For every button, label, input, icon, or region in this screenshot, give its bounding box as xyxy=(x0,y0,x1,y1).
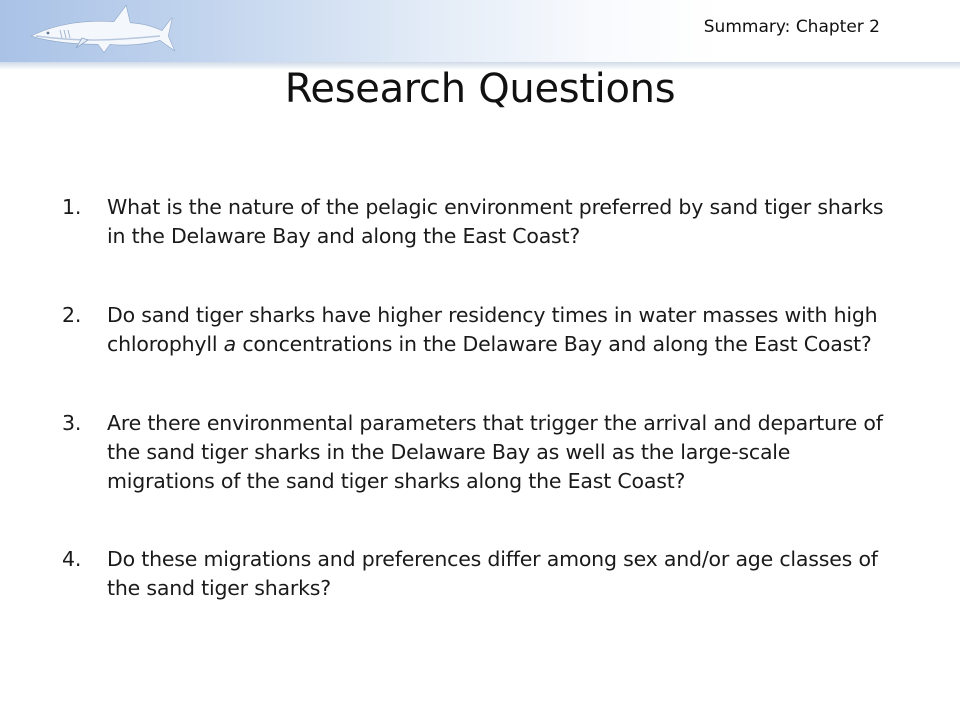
list-item-text: Do these migrations and preferences diff… xyxy=(107,547,878,600)
shark-logo-icon xyxy=(30,4,176,53)
italic-symbol: a xyxy=(223,332,237,356)
list-item: 3. Are there environmental parameters th… xyxy=(62,409,892,496)
list-item-number: 4. xyxy=(62,547,82,571)
list-item: 4. Do these migrations and preferences d… xyxy=(62,545,892,603)
list-item-number: 3. xyxy=(62,411,82,435)
list-item-text: What is the nature of the pelagic enviro… xyxy=(107,195,884,248)
research-questions-list: 1. What is the nature of the pelagic env… xyxy=(62,193,892,603)
slide: Summary: Chapter 2 Research Questions 1.… xyxy=(0,0,960,720)
list-item-text-part: concentrations in the Delaware Bay and a… xyxy=(236,332,872,356)
list-item-text: Are there environmental parameters that … xyxy=(107,411,883,493)
list-item-number: 2. xyxy=(62,303,82,327)
list-item-number: 1. xyxy=(62,195,82,219)
page-title: Research Questions xyxy=(284,66,676,112)
list-item: 1. What is the nature of the pelagic env… xyxy=(62,193,892,251)
list-item: 2. Do sand tiger sharks have higher resi… xyxy=(62,301,892,359)
list-item-text: Do sand tiger sharks have higher residen… xyxy=(107,303,878,356)
chapter-label: Summary: Chapter 2 xyxy=(703,17,880,37)
